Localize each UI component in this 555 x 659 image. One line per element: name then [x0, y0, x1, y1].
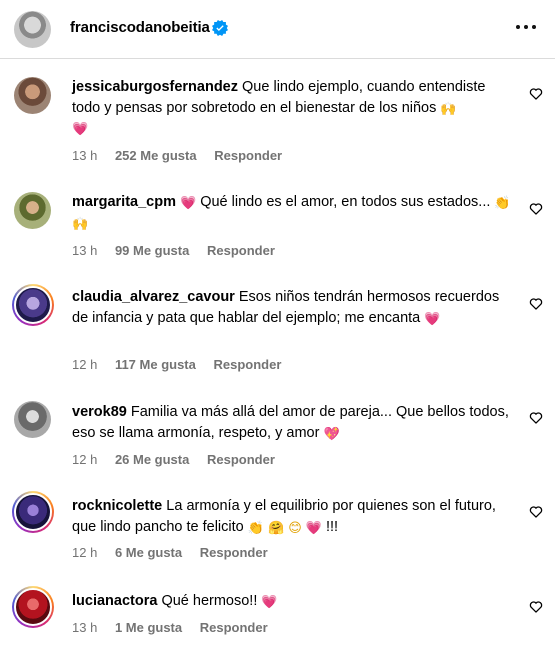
comment-text: Qué hermoso!! — [161, 593, 258, 609]
comment-text: Familia va más allá del amor de pareja..… — [72, 404, 509, 441]
heart-outline-icon[interactable] — [529, 600, 543, 613]
pink-heart-emoji-icon: 💗 — [305, 520, 322, 536]
verified-badge-icon — [212, 20, 228, 36]
clapping-hands-emoji-icon: 👏 — [494, 196, 511, 211]
commenter-avatar[interactable] — [14, 192, 51, 229]
comment-time: 13 h — [72, 148, 98, 163]
commenter-avatar[interactable] — [12, 491, 54, 533]
commenter-username[interactable]: margarita_cpm — [72, 194, 176, 210]
pink-heart-emoji-icon: 💗 — [72, 122, 89, 137]
reply-button[interactable]: Responder — [214, 357, 282, 372]
comment-likes[interactable]: 99 Me gusta — [115, 243, 189, 258]
comment-likes[interactable]: 6 Me gusta — [115, 545, 182, 560]
commenter-username[interactable]: verok89 — [72, 404, 127, 420]
hugging-face-emoji-icon: 🤗 — [267, 520, 285, 536]
comment-text-tail: !!! — [326, 518, 339, 535]
commenter-username[interactable]: lucianactora — [72, 593, 157, 609]
author-username[interactable]: franciscodanobeitia — [70, 19, 210, 36]
comment-time: 13 h — [72, 620, 98, 635]
commenter-avatar[interactable] — [12, 586, 54, 628]
pink-heart-emoji-icon: 💗 — [180, 196, 197, 211]
reply-button[interactable]: Responder — [200, 545, 268, 560]
commenter-username[interactable]: rocknicolette — [72, 498, 162, 514]
raised-hands-emoji-icon: 🙌 — [72, 216, 89, 232]
heart-outline-icon[interactable] — [529, 202, 543, 215]
commenter-avatar[interactable] — [14, 77, 51, 114]
heart-outline-icon[interactable] — [529, 297, 543, 310]
post-header: franciscodanobeitia — [0, 0, 555, 59]
comment-likes[interactable]: 117 Me gusta — [115, 357, 196, 372]
heart-outline-icon[interactable] — [529, 505, 543, 518]
comment-time: 12 h — [72, 545, 98, 560]
more-options-icon[interactable] — [516, 25, 538, 31]
commenter-username[interactable]: claudia_alvarez_cavour — [72, 289, 235, 305]
smiling-face-emoji-icon: 😊 — [288, 520, 302, 536]
comment-time: 12 h — [72, 357, 98, 372]
pink-heart-emoji-icon: 💗 — [261, 595, 278, 610]
reply-button[interactable]: Responder — [207, 243, 275, 258]
commenter-avatar[interactable] — [14, 401, 51, 438]
comment-likes[interactable]: 1 Me gusta — [115, 620, 182, 635]
heart-outline-icon[interactable] — [529, 411, 543, 424]
comment-time: 12 h — [72, 452, 98, 467]
heart-outline-icon[interactable] — [529, 87, 543, 100]
reply-button[interactable]: Responder — [214, 148, 282, 163]
author-avatar[interactable] — [14, 11, 51, 48]
reply-button[interactable]: Responder — [200, 620, 268, 635]
raised-hands-emoji-icon: 🙌 — [440, 101, 457, 117]
commenter-username[interactable]: jessicaburgosfernandez — [72, 79, 238, 95]
comment-time: 13 h — [72, 243, 98, 258]
pink-heart-emoji-icon: 💗 — [424, 311, 441, 327]
comment-likes[interactable]: 252 Me gusta — [115, 148, 197, 163]
commenter-avatar[interactable] — [12, 284, 54, 326]
reply-button[interactable]: Responder — [207, 452, 275, 467]
sparkling-heart-emoji-icon: 💖 — [323, 426, 340, 442]
comment-likes[interactable]: 26 Me gusta — [115, 452, 189, 467]
comment-text: Qué lindo es el amor, en todos sus estad… — [200, 194, 491, 210]
clapping-hands-emoji-icon: 👏 — [247, 520, 264, 536]
